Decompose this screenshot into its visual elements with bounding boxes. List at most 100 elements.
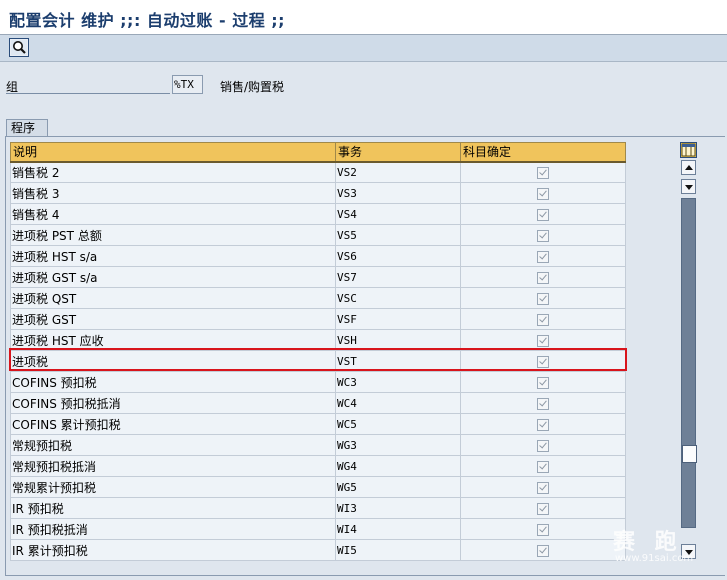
magnifier-icon[interactable] <box>9 38 29 57</box>
account-determination-checkbox[interactable] <box>537 481 549 494</box>
account-determination-checkbox[interactable] <box>537 250 549 263</box>
row-transaction-code[interactable]: WI3 <box>335 497 461 519</box>
group-description: 销售/购置税 <box>220 80 285 94</box>
table-row[interactable]: 进项税 VST <box>10 350 626 372</box>
column-settings-icon[interactable] <box>680 142 697 158</box>
row-account-determination <box>460 161 626 183</box>
row-description[interactable]: 常规累计预扣税 <box>10 476 336 498</box>
row-transaction-code[interactable]: VS4 <box>335 203 461 225</box>
row-description[interactable]: 常规预扣税抵消 <box>10 455 336 477</box>
row-description[interactable]: 进项税 <box>10 350 336 372</box>
table-row[interactable]: 进项税 PST 总额 VS5 <box>10 224 626 246</box>
row-description[interactable]: 进项税 HST 应收 <box>10 329 336 351</box>
table-row[interactable]: 进项税 HST s/a VS6 <box>10 245 626 267</box>
row-description[interactable]: COFINS 预扣税 <box>10 371 336 393</box>
table-row[interactable]: 常规预扣税抵消 WG4 <box>10 455 626 477</box>
row-description[interactable]: 常规预扣税 <box>10 434 336 456</box>
scroll-page-down-button[interactable] <box>681 179 696 194</box>
table-row[interactable]: IR 预扣税抵消 WI4 <box>10 518 626 540</box>
row-description[interactable]: COFINS 累计预扣税 <box>10 413 336 435</box>
row-transaction-code[interactable]: WC3 <box>335 371 461 393</box>
table-row[interactable]: 常规累计预扣税 WG5 <box>10 476 626 498</box>
account-determination-checkbox[interactable] <box>537 187 549 200</box>
row-transaction-code[interactable]: WI5 <box>335 539 461 561</box>
row-transaction-code[interactable]: WC4 <box>335 392 461 414</box>
row-description[interactable]: 销售税 3 <box>10 182 336 204</box>
row-transaction-code[interactable]: VS6 <box>335 245 461 267</box>
scroll-up-button[interactable] <box>681 160 696 175</box>
row-description[interactable]: COFINS 预扣税抵消 <box>10 392 336 414</box>
column-header-account-determination[interactable]: 科目确定 <box>460 142 626 163</box>
table-header-row: 说明 事务 科目确定 <box>10 142 626 163</box>
row-description[interactable]: IR 预扣税抵消 <box>10 518 336 540</box>
title-bar: 配置会计 维护 ;;: 自动过账 - 过程 ;; <box>0 0 727 35</box>
row-transaction-code[interactable]: WG3 <box>335 434 461 456</box>
row-transaction-code[interactable]: VS5 <box>335 224 461 246</box>
row-transaction-code[interactable]: VSF <box>335 308 461 330</box>
row-transaction-code[interactable]: VSC <box>335 287 461 309</box>
row-transaction-code[interactable]: VS3 <box>335 182 461 204</box>
row-description[interactable]: 销售税 4 <box>10 203 336 225</box>
row-account-determination <box>460 413 626 435</box>
account-determination-checkbox[interactable] <box>537 208 549 221</box>
account-determination-checkbox[interactable] <box>537 271 549 284</box>
group-value-field[interactable]: %TX <box>172 75 203 94</box>
row-transaction-code[interactable]: VST <box>335 350 461 372</box>
row-description[interactable]: 进项税 PST 总额 <box>10 224 336 246</box>
row-description[interactable]: 进项税 GST <box>10 308 336 330</box>
row-account-determination <box>460 455 626 477</box>
row-transaction-code[interactable]: WI4 <box>335 518 461 540</box>
row-transaction-code[interactable]: VS7 <box>335 266 461 288</box>
table-row[interactable]: 进项税 HST 应收 VSH <box>10 329 626 351</box>
row-description[interactable]: 销售税 2 <box>10 161 336 183</box>
table-row[interactable]: IR 预扣税 WI3 <box>10 497 626 519</box>
vertical-scrollbar[interactable] <box>681 160 697 560</box>
table-row[interactable]: 进项税 QST VSC <box>10 287 626 309</box>
row-description[interactable]: 进项税 HST s/a <box>10 245 336 267</box>
row-account-determination <box>460 434 626 456</box>
table-row[interactable]: 常规预扣税 WG3 <box>10 434 626 456</box>
row-description[interactable]: IR 预扣税 <box>10 497 336 519</box>
row-account-determination <box>460 329 626 351</box>
row-description[interactable]: 进项税 GST s/a <box>10 266 336 288</box>
account-determination-checkbox[interactable] <box>537 460 549 473</box>
account-determination-checkbox[interactable] <box>537 166 549 179</box>
account-determination-checkbox[interactable] <box>537 376 549 389</box>
row-account-determination <box>460 245 626 267</box>
account-determination-checkbox[interactable] <box>537 418 549 431</box>
account-determination-checkbox[interactable] <box>537 397 549 410</box>
account-determination-checkbox[interactable] <box>537 355 549 368</box>
table-row[interactable]: 销售税 4 VS4 <box>10 203 626 225</box>
row-description[interactable]: IR 累计预扣税 <box>10 539 336 561</box>
table-row[interactable]: 销售税 3 VS3 <box>10 182 626 204</box>
scroll-thumb[interactable] <box>682 445 697 463</box>
column-header-description[interactable]: 说明 <box>10 142 336 163</box>
account-determination-checkbox[interactable] <box>537 523 549 536</box>
row-transaction-code[interactable]: WG5 <box>335 476 461 498</box>
column-header-transaction[interactable]: 事务 <box>335 142 461 163</box>
table-row[interactable]: COFINS 预扣税 WC3 <box>10 371 626 393</box>
table-row[interactable]: 销售税 2 VS2 <box>10 161 626 183</box>
row-transaction-code[interactable]: VSH <box>335 329 461 351</box>
row-description[interactable]: 进项税 QST <box>10 287 336 309</box>
account-determination-checkbox[interactable] <box>537 502 549 515</box>
account-determination-checkbox[interactable] <box>537 334 549 347</box>
scroll-down-button[interactable] <box>681 544 696 559</box>
table-row[interactable]: IR 累计预扣税 WI5 <box>10 539 626 561</box>
table-row[interactable]: 进项税 GST VSF <box>10 308 626 330</box>
account-determination-checkbox[interactable] <box>537 313 549 326</box>
row-account-determination <box>460 518 626 540</box>
table-row[interactable]: COFINS 累计预扣税 WC5 <box>10 413 626 435</box>
account-determination-checkbox[interactable] <box>537 439 549 452</box>
row-transaction-code[interactable]: WG4 <box>335 455 461 477</box>
account-determination-checkbox[interactable] <box>537 292 549 305</box>
procedures-table: 说明 事务 科目确定 销售税 2 VS2 销售税 3 VS3 销售税 4 VS4 进项税 P… <box>10 142 626 561</box>
row-transaction-code[interactable]: WC5 <box>335 413 461 435</box>
account-determination-checkbox[interactable] <box>537 229 549 242</box>
table-row[interactable]: COFINS 预扣税抵消 WC4 <box>10 392 626 414</box>
table-row[interactable]: 进项税 GST s/a VS7 <box>10 266 626 288</box>
scroll-track[interactable] <box>681 198 697 528</box>
row-account-determination <box>460 392 626 414</box>
row-transaction-code[interactable]: VS2 <box>335 161 461 183</box>
account-determination-checkbox[interactable] <box>537 544 549 557</box>
